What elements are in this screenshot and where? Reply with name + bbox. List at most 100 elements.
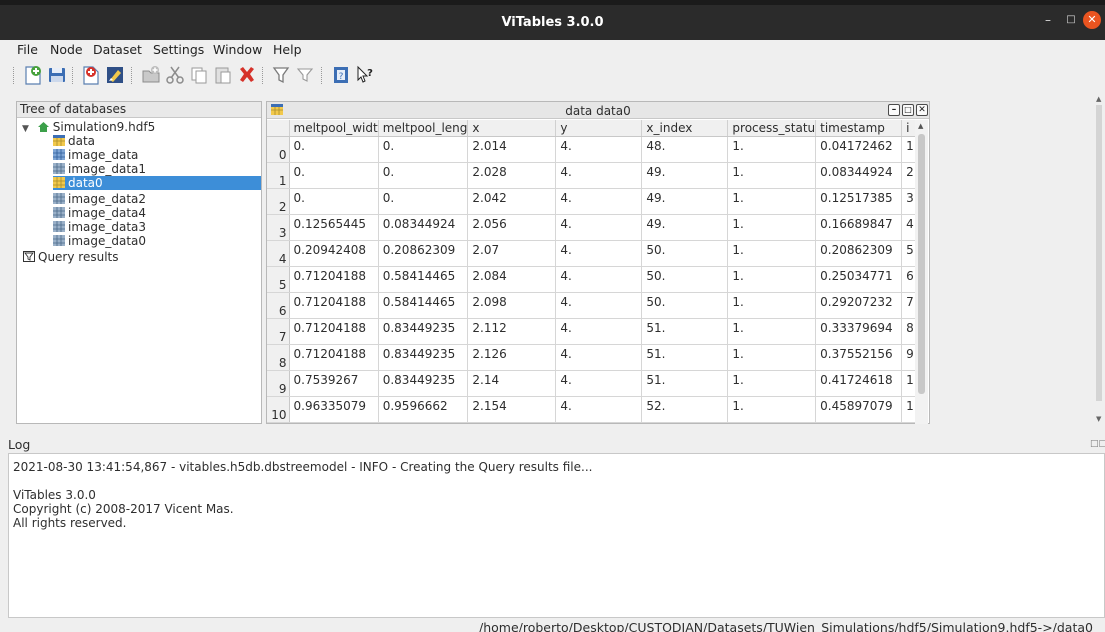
table-cell[interactable]: 1. <box>727 318 817 345</box>
table-cell[interactable]: 50. <box>641 292 729 319</box>
table-cell[interactable]: 0.83449235 <box>378 318 469 345</box>
table-cell[interactable]: 4. <box>555 292 643 319</box>
table-cell[interactable]: 2.014 <box>467 136 557 163</box>
table-cell[interactable]: 2.028 <box>467 162 557 189</box>
table-cell[interactable]: 48. <box>641 136 729 163</box>
table-cell[interactable]: 0.08344924 <box>815 162 903 189</box>
table-cell[interactable]: 4 <box>901 214 917 241</box>
scroll-up-arrow-icon[interactable]: ▲ <box>918 122 923 130</box>
column-header[interactable]: x <box>467 120 557 137</box>
table-cell[interactable]: 0. <box>289 136 379 163</box>
table-cell[interactable]: 4. <box>555 266 643 293</box>
row-header[interactable]: 7 <box>267 318 290 345</box>
table-cell[interactable]: 2.126 <box>467 344 557 371</box>
tree-node-image-data[interactable]: image_data <box>53 148 138 162</box>
table-row[interactable]: 5 0.71204188 0.58414465 2.084 4. 50. 1. 0.25034… <box>267 266 917 293</box>
tree-query-results[interactable]: Query results <box>23 250 118 264</box>
table-cell[interactable]: 1. <box>727 266 817 293</box>
row-header[interactable]: 5 <box>267 266 290 293</box>
new-group-icon[interactable] <box>140 64 162 86</box>
row-header[interactable]: 6 <box>267 292 290 319</box>
table-cell[interactable]: 51. <box>641 344 729 371</box>
tree-node-data[interactable]: data <box>53 134 95 148</box>
table-cell[interactable]: 8 <box>901 318 917 345</box>
table-cell[interactable]: 2.042 <box>467 188 557 215</box>
table-cell[interactable]: 1 <box>901 370 917 397</box>
table-cell[interactable]: 0.58414465 <box>378 266 469 293</box>
scroll-up-arrow-icon[interactable]: ▲ <box>1096 95 1101 103</box>
row-header[interactable]: 10 <box>267 396 290 423</box>
table-cell[interactable]: 4. <box>555 240 643 267</box>
column-header[interactable]: x_index <box>641 120 729 137</box>
table-cell[interactable]: 2.084 <box>467 266 557 293</box>
tree-node-image-data2[interactable]: image_data2 <box>53 192 146 206</box>
tree-node-data0[interactable]: data0 <box>53 176 261 190</box>
column-header[interactable]: meltpool_widt <box>289 120 379 137</box>
row-header[interactable]: 0 <box>267 136 290 163</box>
column-header[interactable]: y <box>555 120 643 137</box>
copy-icon[interactable] <box>188 64 210 86</box>
log-dock-buttons[interactable]: □□ <box>1090 439 1105 449</box>
table-cell[interactable]: 0.37552156 <box>815 344 903 371</box>
whats-this-icon[interactable]: ? <box>354 64 376 86</box>
scroll-down-arrow-icon[interactable]: ▼ <box>1096 415 1101 423</box>
subwindow-minimize-button[interactable]: – <box>888 104 900 116</box>
row-header[interactable]: 4 <box>267 240 290 267</box>
table-cell[interactable]: 0.71204188 <box>289 318 379 345</box>
table-cell[interactable]: 52. <box>641 396 729 423</box>
tree-node-image-data3[interactable]: image_data3 <box>53 220 146 234</box>
menu-help[interactable]: Help <box>273 42 302 57</box>
scrollbar-thumb[interactable] <box>918 134 925 394</box>
table-cell[interactable]: 1. <box>727 344 817 371</box>
menu-dataset[interactable]: Dataset <box>93 42 142 57</box>
table-cell[interactable]: 0.96335079 <box>289 396 379 423</box>
table-cell[interactable]: 4. <box>555 344 643 371</box>
table-cell[interactable]: 2.112 <box>467 318 557 345</box>
table-cell[interactable]: 0.20862309 <box>378 240 469 267</box>
table-cell[interactable]: 1. <box>727 162 817 189</box>
column-header[interactable]: process_statu <box>727 120 817 137</box>
tree-node-image-data4[interactable]: image_data4 <box>53 206 146 220</box>
menu-node[interactable]: Node <box>50 42 83 57</box>
row-header[interactable]: 9 <box>267 370 290 397</box>
query-icon[interactable] <box>270 64 292 86</box>
table-cell[interactable]: 4. <box>555 162 643 189</box>
row-header[interactable]: 3 <box>267 214 290 241</box>
table-row[interactable]: 8 0.71204188 0.83449235 2.126 4. 51. 1. 0.37552… <box>267 344 917 371</box>
table-cell[interactable]: 0.08344924 <box>378 214 469 241</box>
table-cell[interactable]: 2 <box>901 162 917 189</box>
table-cell[interactable]: 0. <box>378 162 469 189</box>
collapse-arrow-icon[interactable]: ▼ <box>22 124 29 134</box>
table-cell[interactable]: 4. <box>555 396 643 423</box>
table-cell[interactable]: 0.25034771 <box>815 266 903 293</box>
table-cell[interactable]: 2.154 <box>467 396 557 423</box>
column-header[interactable]: meltpool_leng <box>378 120 469 137</box>
table-cell[interactable]: 0.71204188 <box>289 266 379 293</box>
close-button[interactable]: ✕ <box>1083 11 1101 29</box>
table-cell[interactable]: 6 <box>901 266 917 293</box>
table-cell[interactable]: 49. <box>641 214 729 241</box>
table-cell[interactable]: 0.71204188 <box>289 292 379 319</box>
menu-settings[interactable]: Settings <box>153 42 204 57</box>
table-cell[interactable]: 0.83449235 <box>378 344 469 371</box>
table-cell[interactable]: 2.098 <box>467 292 557 319</box>
cut-icon[interactable] <box>164 64 186 86</box>
row-header[interactable]: 2 <box>267 188 290 215</box>
table-cell[interactable]: 50. <box>641 240 729 267</box>
table-corner[interactable] <box>267 120 290 137</box>
table-cell[interactable]: 0. <box>289 162 379 189</box>
log-console[interactable]: 2021-08-30 13:41:54,867 - vitables.h5db.… <box>8 453 1105 618</box>
table-cell[interactable]: 0.71204188 <box>289 344 379 371</box>
table-cell[interactable]: 4. <box>555 318 643 345</box>
table-cell[interactable]: 0.7539267 <box>289 370 379 397</box>
table-cell[interactable]: 1. <box>727 292 817 319</box>
table-cell[interactable]: 0. <box>378 188 469 215</box>
table-cell[interactable]: 49. <box>641 188 729 215</box>
table-cell[interactable]: 1 <box>901 396 917 423</box>
table-cell[interactable]: 1. <box>727 214 817 241</box>
table-cell[interactable]: 1. <box>727 188 817 215</box>
table-cell[interactable]: 51. <box>641 318 729 345</box>
table-cell[interactable]: 0.12565445 <box>289 214 379 241</box>
table-cell[interactable]: 1 <box>901 136 917 163</box>
column-header[interactable]: i <box>901 120 917 137</box>
